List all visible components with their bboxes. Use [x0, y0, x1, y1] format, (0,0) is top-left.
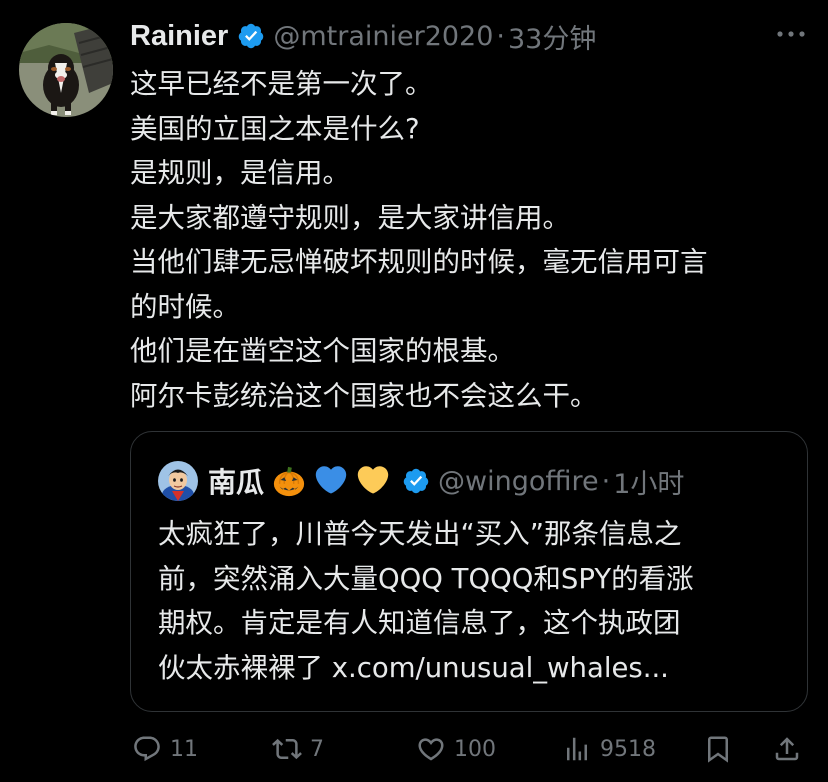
view-count: 9518 [600, 736, 656, 762]
quote-text-line: 伙太赤裸裸了 x.com/unusual_whales... [158, 651, 669, 684]
reply-count: 11 [170, 736, 198, 762]
repost-count: 7 [310, 736, 324, 762]
tweet-text-line: 是规则，是信用。 [130, 157, 350, 189]
quote-author-avatar[interactable] [158, 461, 198, 501]
author-handle[interactable]: @mtrainier2020 [273, 21, 493, 52]
share-button[interactable] [772, 727, 802, 771]
tweet-text-line: 这早已经不是第一次了。 [130, 68, 433, 100]
quote-timestamp[interactable]: 1小时 [613, 462, 684, 501]
quote-text-line: 前，突然涌入大量QQQ TQQQ和SPY的看涨 [158, 562, 694, 595]
share-icon [775, 737, 799, 761]
meta-separator: · [601, 465, 611, 497]
tweet-text-line: 美国的立国之本是什么? [130, 112, 420, 145]
quote-text-line: 期权。肯定是有人知道信息了，这个执政团 [158, 607, 681, 639]
verified-badge-icon [239, 23, 264, 49]
quote-text-line: 太疯狂了，川普今天发出“买入”那条信息之 [158, 518, 682, 550]
views-chart-icon [567, 737, 587, 761]
heart-icon [418, 738, 444, 761]
jack-o-lantern-icon [273, 466, 305, 497]
views-button[interactable]: 9518 [562, 727, 656, 771]
author-avatar[interactable] [19, 23, 113, 117]
quote-author-handle[interactable]: @wingoffire [438, 466, 599, 497]
tweet-text-line: 阿尔卡彭统治这个国家也不会这么干。 [130, 379, 598, 412]
reply-button[interactable]: 11 [132, 727, 198, 771]
like-count: 100 [454, 736, 496, 762]
like-button[interactable]: 100 [416, 727, 496, 771]
reply-icon [134, 736, 160, 762]
quote-text: 太疯狂了，川普今天发出“买入”那条信息之 前，突然涌入大量QQQ TQQQ和SP… [158, 512, 798, 690]
quoted-tweet[interactable]: 南瓜 @wingoffire · 1小时 太疯狂了，川普今天发出“买入”那条信息… [130, 431, 808, 712]
tweet-action-bar: 11 7 100 9518 [0, 727, 828, 771]
meta-separator: · [496, 20, 505, 52]
author-display-name[interactable]: Rainier [130, 20, 228, 53]
tweet-timestamp[interactable]: 33分钟 [508, 17, 596, 56]
quote-header: 南瓜 @wingoffire · 1小时 [208, 460, 684, 502]
tweet-text-line: 他们是在凿空这个国家的根基。 [130, 335, 515, 367]
yellow-heart-icon [357, 466, 389, 494]
repost-button[interactable]: 7 [272, 727, 324, 771]
tweet-text-line: 是大家都遵守规则，是大家讲信用。 [130, 201, 570, 234]
bookmark-button[interactable] [703, 727, 733, 771]
blue-heart-icon [315, 466, 347, 494]
bookmark-icon [708, 736, 728, 763]
more-options-icon[interactable] [774, 22, 808, 46]
tweet-text-line: 当他们肆无忌惮破坏规则的时候，毫无信用可言 [130, 246, 708, 278]
tweet-text-line: 的时候。 [130, 290, 240, 323]
tweet-header: Rainier @mtrainier2020 · 33分钟 [130, 16, 596, 56]
verified-badge-icon [403, 468, 429, 494]
repost-icon [272, 738, 302, 760]
quote-author-display-name[interactable]: 南瓜 [208, 461, 264, 501]
tweet-text: 这早已经不是第一次了。 美国的立国之本是什么? 是规则，是信用。 是大家都遵守规… [130, 62, 820, 418]
